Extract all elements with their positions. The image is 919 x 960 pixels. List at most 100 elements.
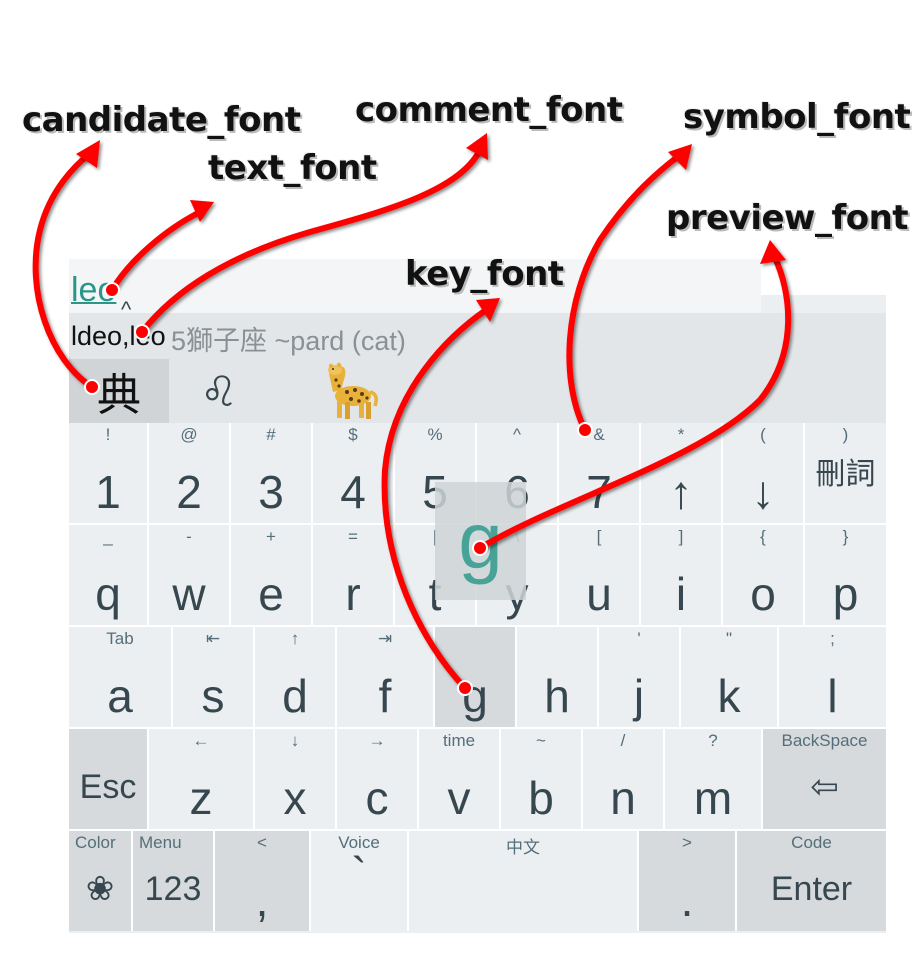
candidate-leopard-emoji[interactable] <box>299 359 399 423</box>
key-label: 7 <box>586 466 612 518</box>
key-symbol: - <box>186 527 192 546</box>
key-e[interactable]: + e <box>231 525 313 625</box>
preview-font-label: preview_font <box>666 198 909 238</box>
key-j[interactable]: ' j <box>599 627 681 727</box>
key-symbol: + <box>266 527 276 546</box>
comment-prefix: ldeo,leo <box>71 321 166 351</box>
key-label: w <box>172 568 206 620</box>
key-label: 4 <box>340 466 366 518</box>
key-enter[interactable]: Code Enter <box>737 831 886 931</box>
key-label: m <box>693 772 733 824</box>
key-b[interactable]: ~ b <box>501 729 583 829</box>
composition-text: leo <box>71 271 117 309</box>
key-3[interactable]: # 3 <box>231 423 313 523</box>
key-v[interactable]: time v <box>419 729 501 829</box>
key-k[interactable]: " k <box>681 627 779 727</box>
key-voice[interactable]: Voice ` <box>311 831 409 931</box>
key-r[interactable]: = r <box>313 525 395 625</box>
key-c[interactable]: → c <box>337 729 419 829</box>
candidate-bar: 典 ♌ <box>69 359 886 423</box>
key-symbol: Code <box>791 833 832 852</box>
key-symbol: / <box>620 731 626 750</box>
key-label: b <box>528 772 554 824</box>
symbol-font-label: symbol_font <box>683 97 911 137</box>
up-arrow-icon: ↑ <box>669 466 693 518</box>
key-2[interactable]: @ 2 <box>149 423 231 523</box>
candidate-leo-sign[interactable]: ♌ <box>189 359 249 423</box>
key-d[interactable]: ↑ d <box>255 627 337 727</box>
key-backspace[interactable]: BackSpace ⇦ <box>763 729 886 829</box>
key-symbol: % <box>427 425 443 444</box>
symbol-font-arrowhead <box>668 144 692 170</box>
key-label: o <box>750 568 776 620</box>
key-symbol: ⇤ <box>205 629 221 648</box>
key-label: s <box>201 670 225 722</box>
key-symbol: ] <box>678 527 684 546</box>
key-label: 刪詞 <box>815 458 876 491</box>
key-down-arrow[interactable]: ( ↓ <box>723 423 805 523</box>
key-g[interactable]: g <box>435 627 517 727</box>
key-esc[interactable]: Esc <box>69 729 149 829</box>
key-label: 123 <box>144 870 202 908</box>
comment-row: ldeo,leo 5獅子座 ~pard (cat) <box>69 313 886 359</box>
key-q[interactable]: _ q <box>69 525 149 625</box>
key-space[interactable]: 中文 <box>409 831 639 931</box>
candidate-dian[interactable]: 典 <box>69 359 169 423</box>
comment-font-arrowhead <box>466 133 488 160</box>
key-menu[interactable]: Menu 123 <box>133 831 215 931</box>
key-color[interactable]: Color ❀ <box>69 831 133 931</box>
key-symbol: Menu <box>139 833 182 852</box>
down-arrow-icon: ↓ <box>751 466 775 518</box>
key-label: Esc <box>79 768 137 806</box>
key-o[interactable]: { o <box>723 525 805 625</box>
key-z[interactable]: ← z <box>149 729 255 829</box>
flower-icon: ❀ <box>85 870 115 908</box>
key-p[interactable]: } p <box>805 525 886 625</box>
key-1[interactable]: ! 1 <box>69 423 149 523</box>
key-label: h <box>544 670 570 722</box>
key-comma[interactable]: < , <box>215 831 311 931</box>
composition-blank <box>761 259 886 295</box>
key-label: 2 <box>176 466 202 518</box>
key-symbol: ' <box>637 629 641 648</box>
text-font-label: text_font <box>208 148 377 188</box>
key-w[interactable]: - w <box>149 525 231 625</box>
key-label: a <box>107 670 133 722</box>
key-symbol: 中文 <box>506 838 540 857</box>
key-n[interactable]: / n <box>583 729 665 829</box>
key-symbol: } <box>842 527 849 546</box>
key-period[interactable]: > . <box>639 831 737 931</box>
key-symbol: ↑ <box>290 629 300 648</box>
key-label: q <box>95 568 121 620</box>
key-h[interactable]: h <box>517 627 599 727</box>
key-x[interactable]: ↓ x <box>255 729 337 829</box>
home-row: Tab a ⇤ s ↑ d ⇥ f g h ' j " k ; l <box>69 627 886 729</box>
key-label: g <box>462 670 488 722</box>
key-i[interactable]: ] i <box>641 525 723 625</box>
backspace-icon: ⇦ <box>810 768 839 806</box>
key-label: , <box>255 874 269 926</box>
key-l[interactable]: ; l <box>779 627 886 727</box>
key-label: k <box>717 670 741 722</box>
key-label: . <box>680 874 694 926</box>
key-symbol: ) <box>842 425 849 444</box>
key-m[interactable]: ? m <box>665 729 763 829</box>
key-s[interactable]: ⇤ s <box>173 627 255 727</box>
key-4[interactable]: $ 4 <box>313 423 395 523</box>
key-symbol: ^ <box>513 425 521 444</box>
key-label: 3 <box>258 466 284 518</box>
key-label: i <box>675 568 687 620</box>
key-f[interactable]: ⇥ f <box>337 627 435 727</box>
key-symbol: Tab <box>106 629 134 648</box>
key-symbol: { <box>760 527 766 546</box>
key-delete-word[interactable]: ) 刪詞 <box>805 423 886 523</box>
key-symbol: BackSpace <box>781 731 868 750</box>
key-symbol: @ <box>180 425 198 444</box>
leopard-emoji-icon <box>328 362 378 419</box>
key-u[interactable]: [ u <box>559 525 641 625</box>
key-a[interactable]: Tab a <box>69 627 173 727</box>
candidate-font-label: candidate_font <box>22 100 301 140</box>
text-font-arrowhead <box>190 200 214 222</box>
key-up-arrow[interactable]: * ↑ <box>641 423 723 523</box>
key-7[interactable]: & 7 <box>559 423 641 523</box>
